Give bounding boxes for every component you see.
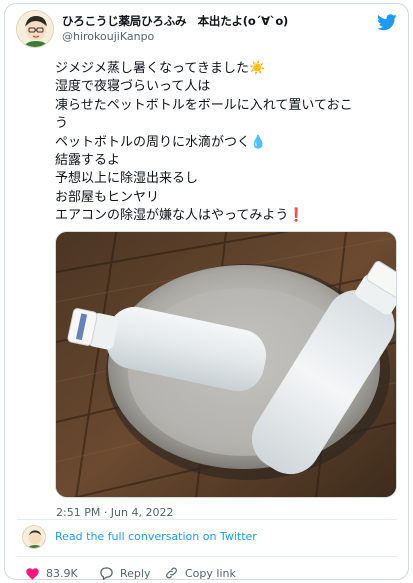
author-handle[interactable]: @hirokoujiKanpo	[62, 30, 154, 43]
author-avatar[interactable]	[16, 10, 54, 48]
heart-icon	[25, 566, 40, 580]
reply-icon	[99, 566, 114, 580]
divider	[17, 519, 397, 520]
like-count: 83.9K	[46, 566, 78, 580]
conversation-row[interactable]: Read the full conversation on Twitter	[17, 525, 397, 551]
divider	[17, 556, 397, 557]
read-conversation-link[interactable]: Read the full conversation on Twitter	[55, 530, 257, 543]
link-icon	[164, 566, 179, 580]
tweet-line: 凍らせたペットボトルをボールに入れて置いておこ	[55, 97, 353, 113]
author-display-name[interactable]: ひろこうじ薬局ひろふみ 本出たよ(oˊ∀ˋo)	[62, 13, 288, 29]
tweet-line: お部屋もヒンヤリ	[55, 189, 160, 205]
tweet-line: エアコンの除湿が嫌な人はやってみよう❗	[55, 208, 305, 224]
tweet-timestamp[interactable]: 2:51 PM · Jun 4, 2022	[56, 506, 173, 519]
tweet-line: ジメジメ蒸し暑くなってきました☀️	[55, 61, 266, 76]
tweet-actions: 83.9K Reply Copy link	[17, 564, 397, 582]
tweet-photo[interactable]	[55, 231, 397, 498]
tweet-text: ジメジメ蒸し暑くなってきました☀️ 湿度で夜寝づらいって人は 凍らせたペットボト…	[55, 60, 405, 226]
tweet-line: 湿度で夜寝づらいって人は	[55, 79, 211, 95]
like-button[interactable]: 83.9K	[25, 564, 78, 582]
tweet-line: う	[55, 116, 69, 132]
copy-link-label: Copy link	[185, 566, 236, 580]
tweet-line: ペットボトルの周りに水滴がつく💧	[55, 134, 267, 150]
reply-button[interactable]: Reply	[99, 564, 150, 582]
tweet-line: 予想以上に除湿出来るし	[55, 171, 199, 187]
twitter-bird-icon[interactable]	[377, 14, 397, 31]
author-avatar-small	[22, 525, 46, 549]
tweet-line: 結露するよ	[55, 153, 121, 169]
tweet-card: ひろこうじ薬局ひろふみ 本出たよ(oˊ∀ˋo) @hirokoujiKanpo …	[4, 3, 409, 580]
copy-link-button[interactable]: Copy link	[164, 564, 236, 582]
reply-label: Reply	[120, 566, 151, 580]
